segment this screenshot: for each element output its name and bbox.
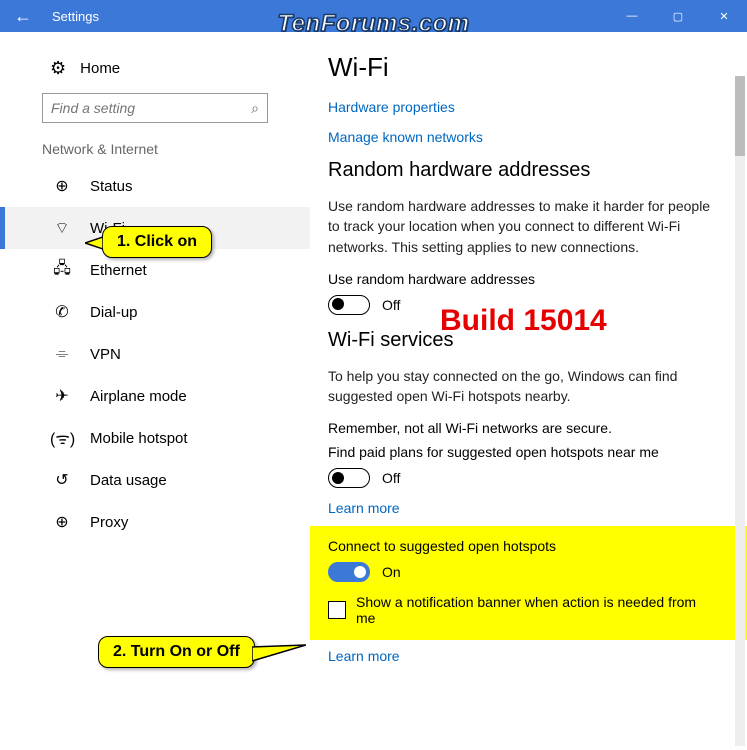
vertical-scrollbar[interactable] — [735, 76, 745, 746]
window-titlebar: ← Settings — ▢ ✕ — [0, 0, 747, 32]
settings-main-pane: Wi-Fi Hardware properties Manage known n… — [310, 32, 747, 750]
window-title: Settings — [46, 9, 99, 24]
minimize-icon: — — [627, 10, 638, 22]
sidebar-item-vpn[interactable]: ⌯ VPN — [0, 333, 310, 375]
random-hardware-toggle-state: Off — [382, 297, 400, 313]
close-icon: ✕ — [719, 10, 728, 23]
highlight-connect-hotspots: Connect to suggested open hotspots On Sh… — [310, 526, 747, 640]
sidebar-item-dialup[interactable]: ✆ Dial-up — [0, 291, 310, 333]
sidebar-item-airplane[interactable]: ✈ Airplane mode — [0, 375, 310, 417]
maximize-icon: ▢ — [673, 10, 683, 23]
sidebar-item-label: Airplane mode — [90, 388, 187, 405]
link-learn-more-2[interactable]: Learn more — [328, 648, 719, 664]
wifi-icon: ⌔ — [50, 218, 74, 238]
sidebar-item-label: Ethernet — [90, 262, 147, 279]
heading-wifi-services: Wi-Fi services — [328, 329, 719, 352]
sidebar-item-datausage[interactable]: ↺ Data usage — [0, 459, 310, 501]
hotspot-icon: (ᯤ) — [50, 427, 74, 449]
link-manage-known-networks[interactable]: Manage known networks — [328, 129, 719, 145]
sidebar-item-label: Proxy — [90, 514, 128, 531]
section-label: Network & Internet — [0, 141, 310, 165]
link-learn-more-1[interactable]: Learn more — [328, 500, 719, 516]
paid-plans-toggle[interactable] — [328, 468, 370, 488]
notification-banner-checkbox[interactable] — [328, 601, 346, 619]
sidebar-item-label: VPN — [90, 346, 121, 363]
callout-tail-icon — [85, 235, 103, 251]
page-title: Wi-Fi — [328, 52, 719, 83]
minimize-button[interactable]: — — [609, 0, 655, 32]
sidebar-item-label: Data usage — [90, 472, 167, 489]
status-icon: ⊕ — [50, 176, 74, 196]
sidebar-item-hotspot[interactable]: (ᯤ) Mobile hotspot — [0, 417, 310, 459]
data-usage-icon: ↺ — [50, 470, 74, 490]
paid-plans-label: Find paid plans for suggested open hotsp… — [328, 444, 719, 460]
connect-hotspots-toggle-state: On — [382, 564, 401, 580]
back-button[interactable]: ← — [0, 0, 46, 32]
airplane-icon: ✈ — [50, 386, 74, 406]
callout-tail-icon — [252, 643, 306, 665]
random-hardware-description: Use random hardware addresses to make it… — [328, 196, 719, 257]
random-hardware-toggle-label: Use random hardware addresses — [328, 271, 719, 287]
link-hardware-properties[interactable]: Hardware properties — [328, 99, 719, 115]
annotation-callout-2: 2. Turn On or Off — [98, 636, 255, 668]
search-settings[interactable]: ⌕ — [42, 93, 268, 123]
random-hardware-toggle[interactable] — [328, 295, 370, 315]
home-nav[interactable]: ⚙ Home — [0, 52, 310, 93]
proxy-icon: ⊕ — [50, 512, 74, 532]
ethernet-icon: 🖧 — [50, 257, 74, 284]
vpn-icon: ⌯ — [50, 345, 74, 363]
sidebar-item-label: Dial-up — [90, 304, 138, 321]
gear-icon: ⚙ — [50, 58, 66, 79]
sidebar-item-status[interactable]: ⊕ Status — [0, 165, 310, 207]
connect-hotspots-label: Connect to suggested open hotspots — [328, 538, 719, 554]
dialup-icon: ✆ — [50, 302, 74, 322]
close-button[interactable]: ✕ — [701, 0, 747, 32]
notification-banner-row[interactable]: Show a notification banner when action i… — [328, 594, 719, 626]
sidebar-item-label: Mobile hotspot — [90, 430, 188, 447]
wifi-services-description: To help you stay connected on the go, Wi… — [328, 366, 719, 407]
maximize-button[interactable]: ▢ — [655, 0, 701, 32]
heading-random-hardware: Random hardware addresses — [328, 159, 719, 182]
scrollbar-thumb[interactable] — [735, 76, 745, 156]
home-label: Home — [80, 60, 120, 77]
search-input[interactable] — [43, 100, 251, 116]
sidebar-item-proxy[interactable]: ⊕ Proxy — [0, 501, 310, 543]
connect-hotspots-toggle[interactable] — [328, 562, 370, 582]
notification-banner-label: Show a notification banner when action i… — [356, 594, 719, 626]
arrow-left-icon: ← — [14, 6, 32, 27]
annotation-callout-1: 1. Click on — [102, 226, 212, 258]
search-icon: ⌕ — [251, 100, 267, 117]
sidebar-item-label: Status — [90, 178, 133, 195]
paid-plans-toggle-state: Off — [382, 470, 400, 486]
wifi-services-note: Remember, not all Wi-Fi networks are sec… — [328, 420, 719, 436]
